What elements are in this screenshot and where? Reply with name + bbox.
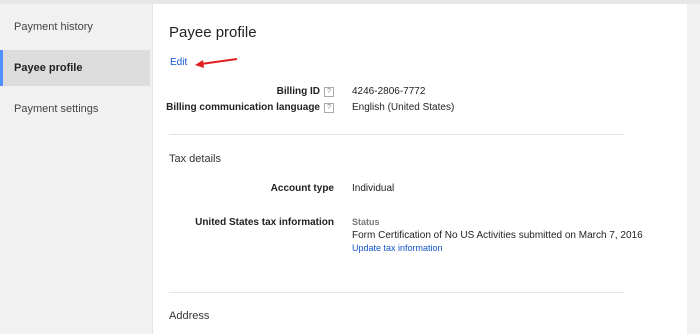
update-tax-information-link[interactable]: Update tax information <box>352 243 443 253</box>
sidebar-item-label: Payment settings <box>14 103 99 115</box>
language-value: English (United States) <box>352 102 455 113</box>
status-text: Form Certification of No US Activities s… <box>352 230 643 241</box>
billing-id-label: Billing ID ? <box>277 86 334 97</box>
sidebar-item-label: Payee profile <box>14 62 83 74</box>
account-type-value: Individual <box>352 183 395 194</box>
sidebar-item-payment-history[interactable]: Payment history <box>0 9 150 45</box>
account-type-row: Account type Individual <box>153 183 688 197</box>
tax-details-heading: Tax details <box>169 153 221 165</box>
billing-id-value: 4246-2806-7772 <box>352 86 426 97</box>
divider <box>169 292 624 293</box>
account-type-label: Account type <box>270 183 334 194</box>
page-title: Payee profile <box>169 24 257 41</box>
sidebar: Payment history Payee profile Payment se… <box>0 4 152 334</box>
language-row: Billing communication language ? English… <box>153 102 688 116</box>
right-gutter <box>687 4 700 334</box>
sidebar-item-payment-settings[interactable]: Payment settings <box>0 91 150 127</box>
edit-link[interactable]: Edit <box>170 57 187 68</box>
billing-id-row: Billing ID ? 4246-2806-7772 <box>153 86 688 100</box>
sidebar-item-label: Payment history <box>14 21 93 33</box>
help-icon[interactable]: ? <box>324 102 334 113</box>
annotation-arrow-icon <box>195 58 238 68</box>
help-icon[interactable]: ? <box>324 86 334 97</box>
language-label: Billing communication language ? <box>166 102 334 113</box>
main-panel: Payee profile Edit Billing ID ? 4246-280… <box>152 4 688 334</box>
address-heading: Address <box>169 310 210 322</box>
status-label: Status <box>352 217 380 227</box>
us-tax-label: United States tax information <box>195 217 334 228</box>
sidebar-item-payee-profile[interactable]: Payee profile <box>0 50 150 86</box>
divider <box>169 134 624 135</box>
us-tax-row: United States tax information <box>153 217 688 231</box>
